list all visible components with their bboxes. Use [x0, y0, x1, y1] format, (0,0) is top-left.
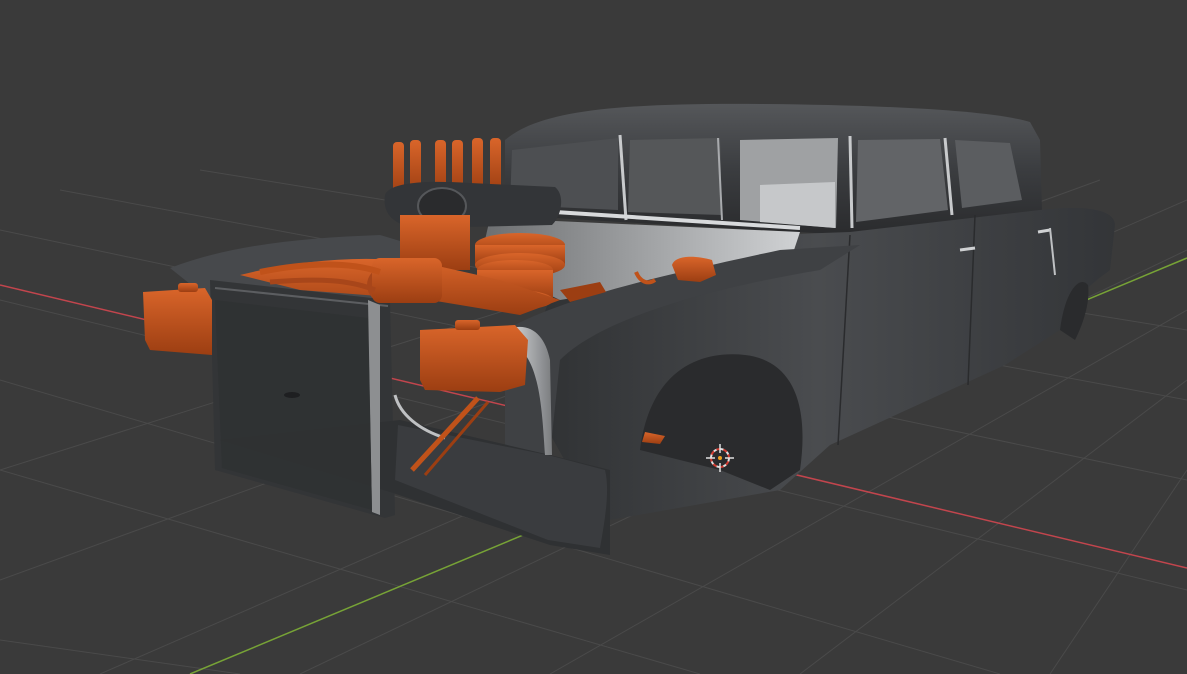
3d-viewport[interactable] — [0, 0, 1187, 674]
coolant-tank-left — [143, 288, 212, 355]
coolant-tank-right — [420, 325, 528, 392]
car-model[interactable] — [143, 103, 1115, 555]
viewport-canvas[interactable] — [0, 0, 1187, 674]
cabin-interior — [760, 182, 835, 228]
window-front-door — [628, 138, 722, 215]
window-rear-door — [856, 139, 948, 222]
